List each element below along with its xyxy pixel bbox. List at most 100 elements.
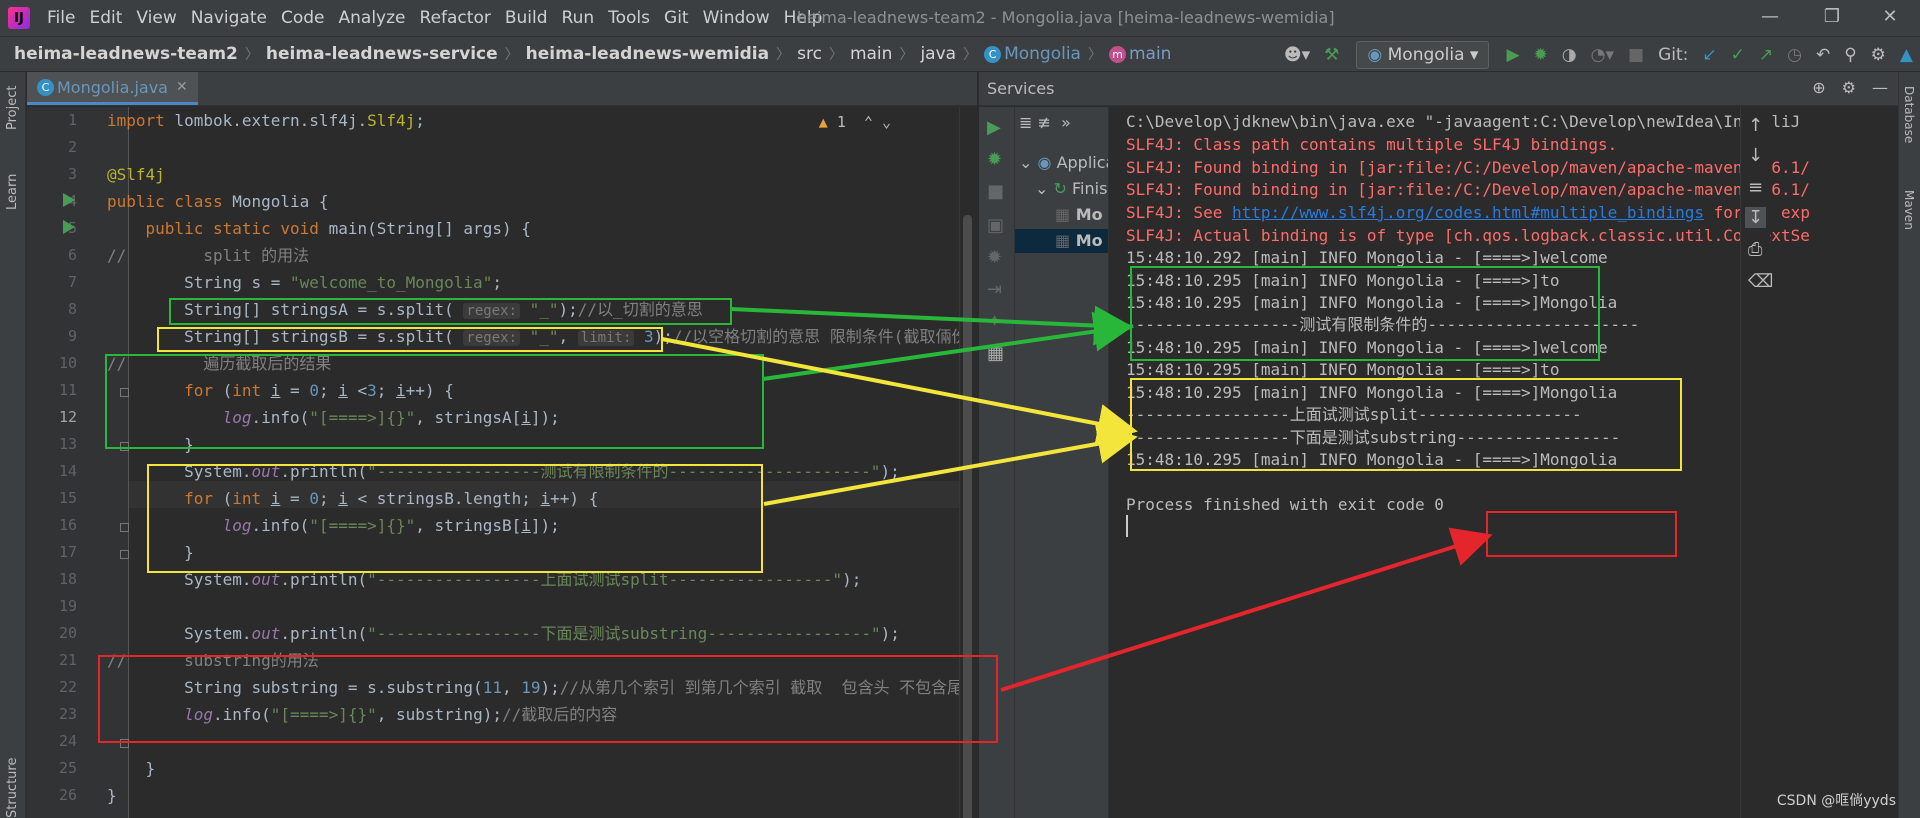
tree-node-label: Applicat xyxy=(1056,153,1108,172)
menu-build[interactable]: Build xyxy=(498,8,555,28)
globe-icon[interactable]: ⊕ xyxy=(1812,78,1825,97)
code-line: public class Mongolia { xyxy=(107,188,329,215)
menu-analyze[interactable]: Analyze xyxy=(332,8,413,28)
code-token: ]); xyxy=(530,408,560,427)
soft-wrap-icon[interactable]: ≡ xyxy=(1748,177,1763,198)
menu-file[interactable]: File xyxy=(40,8,82,28)
code-token: ); xyxy=(880,462,900,481)
learn-tool-tab[interactable]: Learn xyxy=(5,174,20,210)
crumb-main[interactable]: main xyxy=(850,44,892,64)
run-icon[interactable]: ▶ xyxy=(1506,45,1519,65)
crumb-module-service[interactable]: heima-leadnews-service xyxy=(266,44,498,64)
run-icon[interactable]: ▶ xyxy=(987,117,1001,138)
code-token: "-----------------上面试测试split------------… xyxy=(367,570,843,589)
debug-icon[interactable]: ✹ xyxy=(987,149,1002,170)
scroll-to-end-icon[interactable]: ↧ xyxy=(1745,207,1767,228)
tree-node-finished[interactable]: ⌄ ↻ Finish xyxy=(1035,177,1108,201)
tree-node-application[interactable]: ⌄ ◉ Applicat xyxy=(1019,151,1108,175)
pin-icon[interactable]: ✦ xyxy=(987,311,1002,332)
toolbox-icon[interactable]: ▲ xyxy=(1900,45,1913,65)
structure-tool-tab[interactable]: Structure xyxy=(5,758,20,818)
stop-icon[interactable]: ■ xyxy=(1628,45,1644,65)
code-token: Mongolia { xyxy=(232,192,329,211)
console-side-actions: ↑ ↓ ≡ ↧ ⎙ ⌫ xyxy=(1740,107,1773,818)
layout-icon[interactable]: ▦ xyxy=(987,343,1004,364)
gear-icon[interactable]: ⚙ xyxy=(1842,78,1856,97)
code-token: ); xyxy=(653,327,673,346)
line-number: 14 xyxy=(58,462,77,480)
fold-marker[interactable] xyxy=(120,739,129,748)
restore-icon[interactable]: ❐ xyxy=(1812,6,1852,27)
scrollbar-thumb[interactable] xyxy=(963,215,972,818)
trash-icon[interactable]: ⌫ xyxy=(1748,271,1773,292)
crumb-class[interactable]: Mongolia xyxy=(1004,44,1081,64)
code-token: String s = xyxy=(107,273,291,292)
bug-icon[interactable]: ✹ xyxy=(987,247,1002,268)
build-hammer-icon[interactable]: ⚒ xyxy=(1324,45,1339,65)
menu-view[interactable]: View xyxy=(129,8,183,28)
database-tool-tab[interactable]: Database xyxy=(1902,86,1916,143)
arrow-down-icon[interactable]: ↓ xyxy=(1748,145,1763,166)
run-config-label: Mongolia xyxy=(1387,45,1465,65)
user-icon[interactable]: ☻▾ xyxy=(1284,45,1310,65)
close-window-icon[interactable]: ✕ xyxy=(1870,6,1910,27)
rollback-icon[interactable]: ↶ xyxy=(1816,45,1830,65)
history-icon[interactable]: ◷ xyxy=(1787,45,1802,65)
settings-gear-icon[interactable]: ⚙ xyxy=(1871,45,1886,65)
expand-all-icon[interactable]: ≣ ≢ » xyxy=(1019,111,1071,135)
run-config-dropdown[interactable]: ◉ Mongolia ▾ xyxy=(1356,41,1490,69)
code-editor: C Mongolia.java ✕ ▲ 1 ⌃ ⌄ 1 2 3 4 5 6 7 … xyxy=(27,72,977,818)
editor-scrollbar[interactable] xyxy=(959,107,975,818)
run-gutter-icon[interactable] xyxy=(63,220,75,234)
code-token: .info( xyxy=(212,705,271,724)
camera-icon[interactable]: ▣ xyxy=(987,215,1004,236)
maven-tool-tab[interactable]: Maven xyxy=(1902,190,1916,230)
tab-mongolia-java[interactable]: C Mongolia.java ✕ xyxy=(27,72,198,105)
menu-git[interactable]: Git xyxy=(657,8,696,28)
console-link[interactable]: http://www.slf4j.org/codes.html#multiple… xyxy=(1232,203,1704,222)
menu-navigate[interactable]: Navigate xyxy=(184,8,274,28)
git-update-icon[interactable]: ↙ xyxy=(1702,45,1716,65)
app-icon: ▦ xyxy=(1055,205,1071,224)
close-tab-icon[interactable]: ✕ xyxy=(176,79,188,95)
crumb-project[interactable]: heima-leadnews-team2 xyxy=(14,44,238,64)
code-token: .info( xyxy=(251,516,310,535)
hide-panel-icon[interactable]: — xyxy=(1872,78,1888,97)
crumb-method[interactable]: main xyxy=(1129,44,1171,64)
code-area[interactable]: ▲ 1 ⌃ ⌄ 1 2 3 4 5 6 7 8 9 10 11 12 13 14… xyxy=(27,107,977,818)
menu-edit[interactable]: Edit xyxy=(82,8,129,28)
menu-run[interactable]: Run xyxy=(555,8,602,28)
line-number: 8 xyxy=(67,300,77,318)
login-icon[interactable]: ⇥ xyxy=(987,279,1002,300)
intellij-logo-icon[interactable]: IJ xyxy=(8,7,30,29)
warning-count: 1 xyxy=(836,113,846,131)
inspection-widget[interactable]: ▲ 1 ⌃ ⌄ xyxy=(819,113,891,131)
git-push-icon[interactable]: ↗ xyxy=(1759,45,1773,65)
code-line: System.out.println("-----------------测试有… xyxy=(107,458,900,485)
crumb-java[interactable]: java xyxy=(920,44,956,64)
services-header: Services ⊕ ⚙ — xyxy=(979,72,1898,106)
minimize-icon[interactable]: — xyxy=(1750,6,1790,27)
code-line: public static void main(String[] args) { xyxy=(107,215,531,242)
print-icon[interactable]: ⎙ xyxy=(1748,239,1762,260)
search-icon[interactable]: ⚲ xyxy=(1844,45,1856,65)
arrow-up-icon[interactable]: ↑ xyxy=(1748,115,1763,136)
coverage-icon[interactable]: ◑ xyxy=(1562,45,1577,65)
menu-code[interactable]: Code xyxy=(274,8,332,28)
menu-tools[interactable]: Tools xyxy=(601,8,657,28)
menu-window[interactable]: Window xyxy=(696,8,777,28)
code-token: lombok.extern.slf4j. xyxy=(174,111,368,130)
tree-node-mongolia-selected[interactable]: ▦ Mo xyxy=(1015,229,1108,253)
profile-icon[interactable]: ◔▾ xyxy=(1591,45,1614,65)
tree-node-mongolia[interactable]: ▦ Mo xyxy=(1055,203,1103,227)
git-commit-icon[interactable]: ✓ xyxy=(1731,45,1745,65)
stop-icon[interactable]: ■ xyxy=(987,181,1004,202)
crumb-src[interactable]: src xyxy=(797,44,822,64)
menu-refactor[interactable]: Refactor xyxy=(413,8,498,28)
project-tool-tab[interactable]: Project xyxy=(5,86,20,130)
crumb-module-wemidia[interactable]: heima-leadnews-wemidia xyxy=(526,44,769,64)
debug-icon[interactable]: ✹ xyxy=(1534,45,1548,65)
run-gutter-icon[interactable] xyxy=(63,193,75,207)
console-output[interactable]: C:\Develop\jdknew\bin\java.exe "-javaage… xyxy=(1110,107,1898,818)
